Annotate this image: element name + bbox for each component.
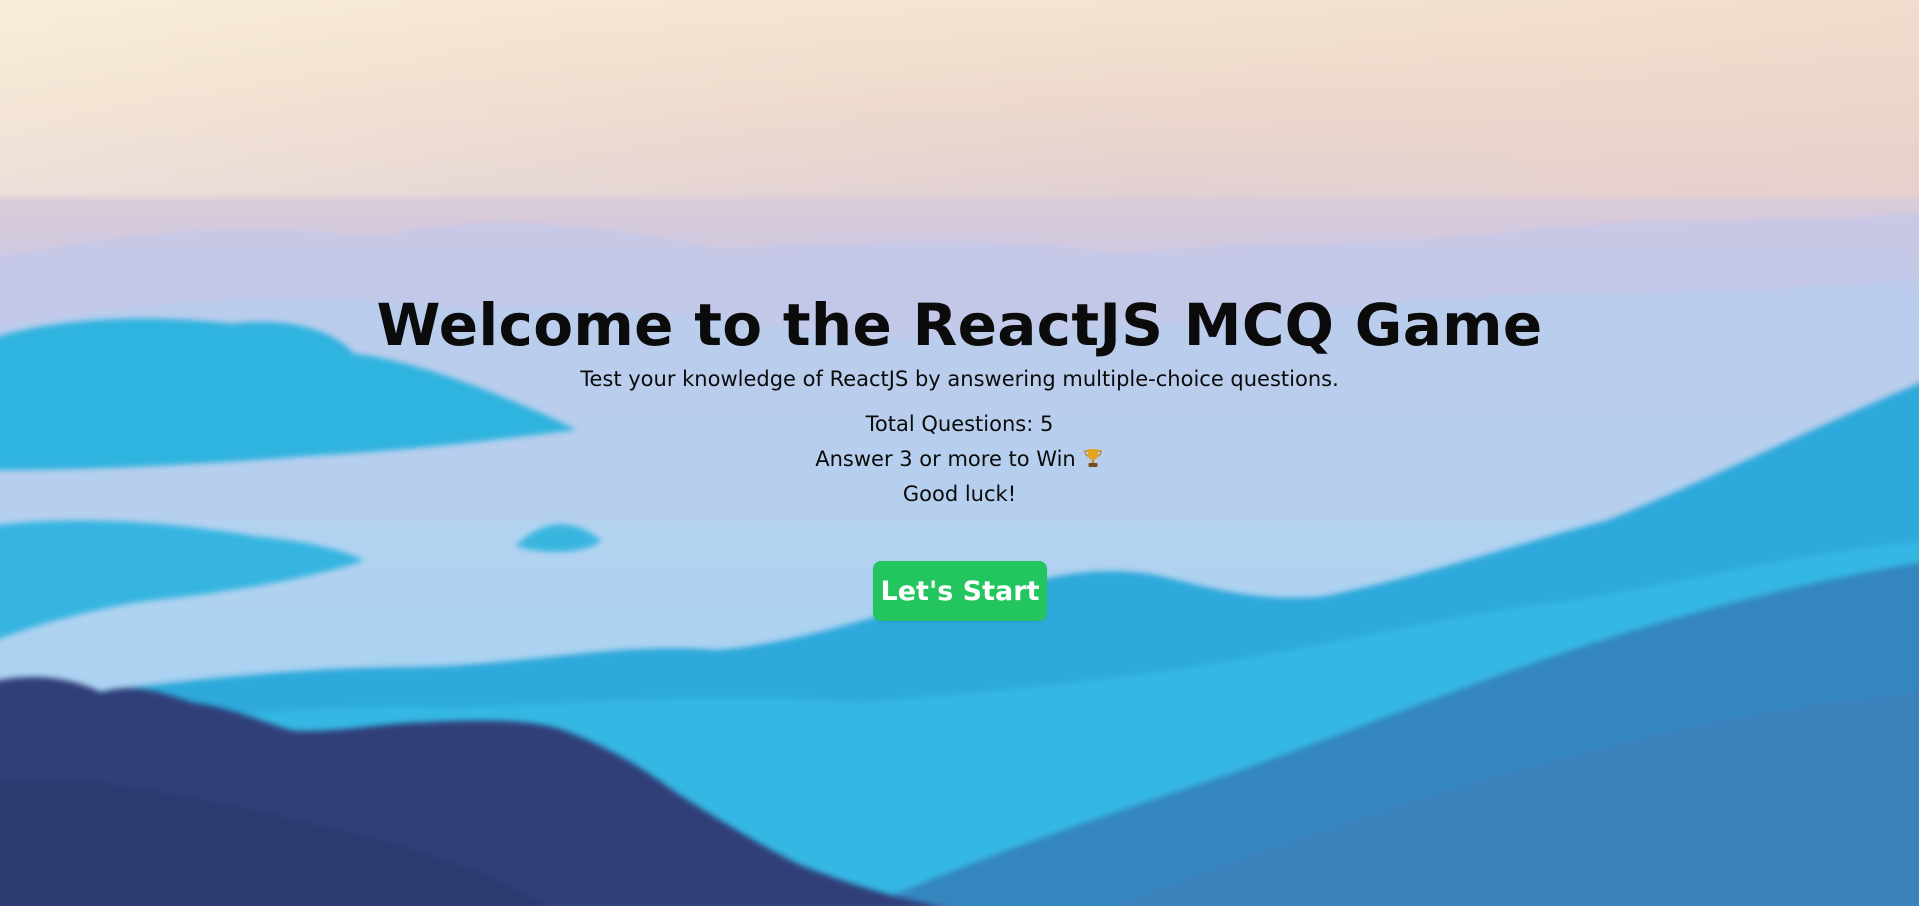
good-luck-text: Good luck! [902,482,1017,506]
win-condition-text: Answer 3 or more to Win [815,447,1076,471]
welcome-screen: Welcome to the ReactJS MCQ Game Test you… [0,0,1919,906]
page-title: Welcome to the ReactJS MCQ Game [376,291,1543,359]
welcome-content: Welcome to the ReactJS MCQ Game Test you… [0,0,1919,906]
total-questions-text: Total Questions: 5 [865,412,1054,436]
lets-start-button[interactable]: Let's Start [873,561,1047,621]
trophy-icon [1082,447,1104,477]
page-subtitle: Test your knowledge of ReactJS by answer… [580,367,1339,391]
win-condition-line: Answer 3 or more to Win [0,444,1919,477]
